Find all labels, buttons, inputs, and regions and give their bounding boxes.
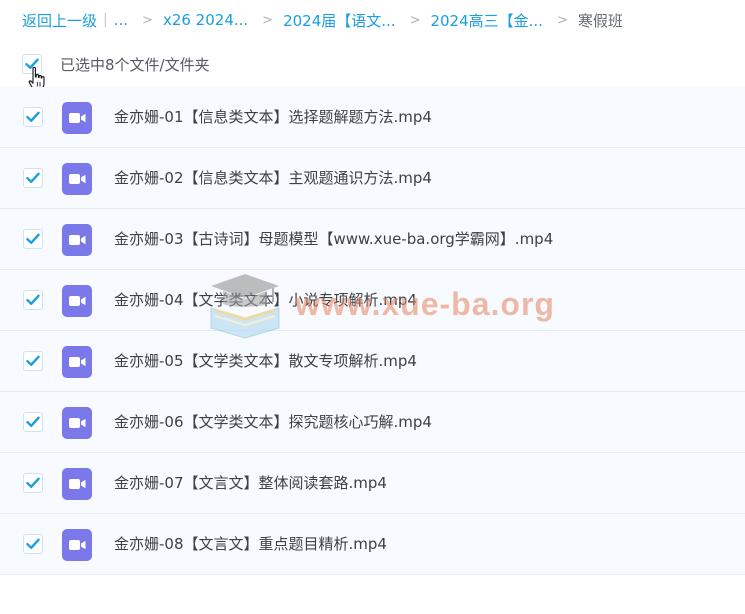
file-list: 金亦姗-01【信息类文本】选择题解题方法.mp4 金亦姗-02【信息类文本】主观… [0, 87, 745, 575]
select-all-checkbox[interactable] [22, 54, 42, 74]
video-file-icon [62, 407, 92, 439]
checkmark-icon [26, 538, 40, 549]
checkmark-icon [26, 355, 40, 366]
video-file-icon [62, 285, 92, 317]
file-checkbox[interactable] [23, 168, 43, 188]
file-checkbox[interactable] [23, 351, 43, 371]
file-row[interactable]: 金亦姗-05【文学类文本】散文专项解析.mp4 [0, 331, 745, 392]
chevron-right-icon: > [409, 12, 421, 28]
chevron-right-icon: > [262, 12, 274, 28]
file-row[interactable]: 金亦姗-03【古诗词】母题模型【www.xue-ba.org学霸网】.mp4 [0, 209, 745, 270]
file-checkbox[interactable] [23, 534, 43, 554]
video-file-icon [62, 163, 92, 195]
file-name[interactable]: 金亦姗-07【文言文】整体阅读套路.mp4 [114, 453, 387, 513]
checkmark-icon [26, 477, 40, 488]
breadcrumb-item[interactable]: 2024高三【金... [430, 10, 542, 31]
file-name[interactable]: 金亦姗-06【文学类文本】探究题核心巧解.mp4 [114, 392, 432, 452]
breadcrumb-item[interactable]: x26 2024... [163, 11, 248, 29]
breadcrumb-current: 寒假班 [577, 11, 623, 30]
checkmark-icon [26, 111, 40, 122]
file-row[interactable]: 金亦姗-06【文学类文本】探究题核心巧解.mp4 [0, 392, 745, 453]
file-name[interactable]: 金亦姗-01【信息类文本】选择题解题方法.mp4 [114, 87, 432, 147]
breadcrumb: 返回上一级 | ... > x26 2024... > 2024届【语文... … [22, 8, 623, 32]
video-file-icon [62, 468, 92, 500]
file-name[interactable]: 金亦姗-02【信息类文本】主观题通识方法.mp4 [114, 148, 432, 208]
chevron-right-icon: > [142, 12, 153, 28]
chevron-right-icon: > [556, 12, 568, 28]
video-file-icon [62, 224, 92, 256]
selection-count-label: 已选中8个文件/文件夹 [60, 55, 210, 74]
file-name[interactable]: 金亦姗-04【文学类文本】小说专项解析.mp4 [114, 270, 417, 330]
file-row[interactable]: 金亦姗-01【信息类文本】选择题解题方法.mp4 [0, 87, 745, 148]
file-checkbox[interactable] [23, 473, 43, 493]
video-file-icon [62, 529, 92, 561]
video-file-icon [62, 346, 92, 378]
checkmark-icon [25, 58, 39, 69]
file-row[interactable]: 金亦姗-04【文学类文本】小说专项解析.mp4 [0, 270, 745, 331]
checkmark-icon [26, 233, 40, 244]
file-checkbox[interactable] [23, 412, 43, 432]
file-checkbox[interactable] [23, 107, 43, 127]
file-row[interactable]: 金亦姗-02【信息类文本】主观题通识方法.mp4 [0, 148, 745, 209]
file-name[interactable]: 金亦姗-08【文言文】重点题目精析.mp4 [114, 514, 387, 574]
file-row[interactable]: 金亦姗-08【文言文】重点题目精析.mp4 [0, 514, 745, 575]
file-checkbox[interactable] [23, 290, 43, 310]
file-row[interactable]: 金亦姗-07【文言文】整体阅读套路.mp4 [0, 453, 745, 514]
checkmark-icon [26, 294, 40, 305]
checkmark-icon [26, 172, 40, 183]
back-link[interactable]: 返回上一级 [22, 10, 97, 31]
selection-header: 已选中8个文件/文件夹 [22, 52, 210, 76]
breadcrumb-divider: | [103, 12, 108, 28]
video-file-icon [62, 102, 92, 134]
breadcrumb-item[interactable]: 2024届【语文... [283, 10, 395, 31]
file-name[interactable]: 金亦姗-05【文学类文本】散文专项解析.mp4 [114, 331, 417, 391]
file-name[interactable]: 金亦姗-03【古诗词】母题模型【www.xue-ba.org学霸网】.mp4 [114, 209, 553, 269]
file-checkbox[interactable] [23, 229, 43, 249]
checkmark-icon [26, 416, 40, 427]
breadcrumb-ellipsis[interactable]: ... [114, 11, 128, 29]
